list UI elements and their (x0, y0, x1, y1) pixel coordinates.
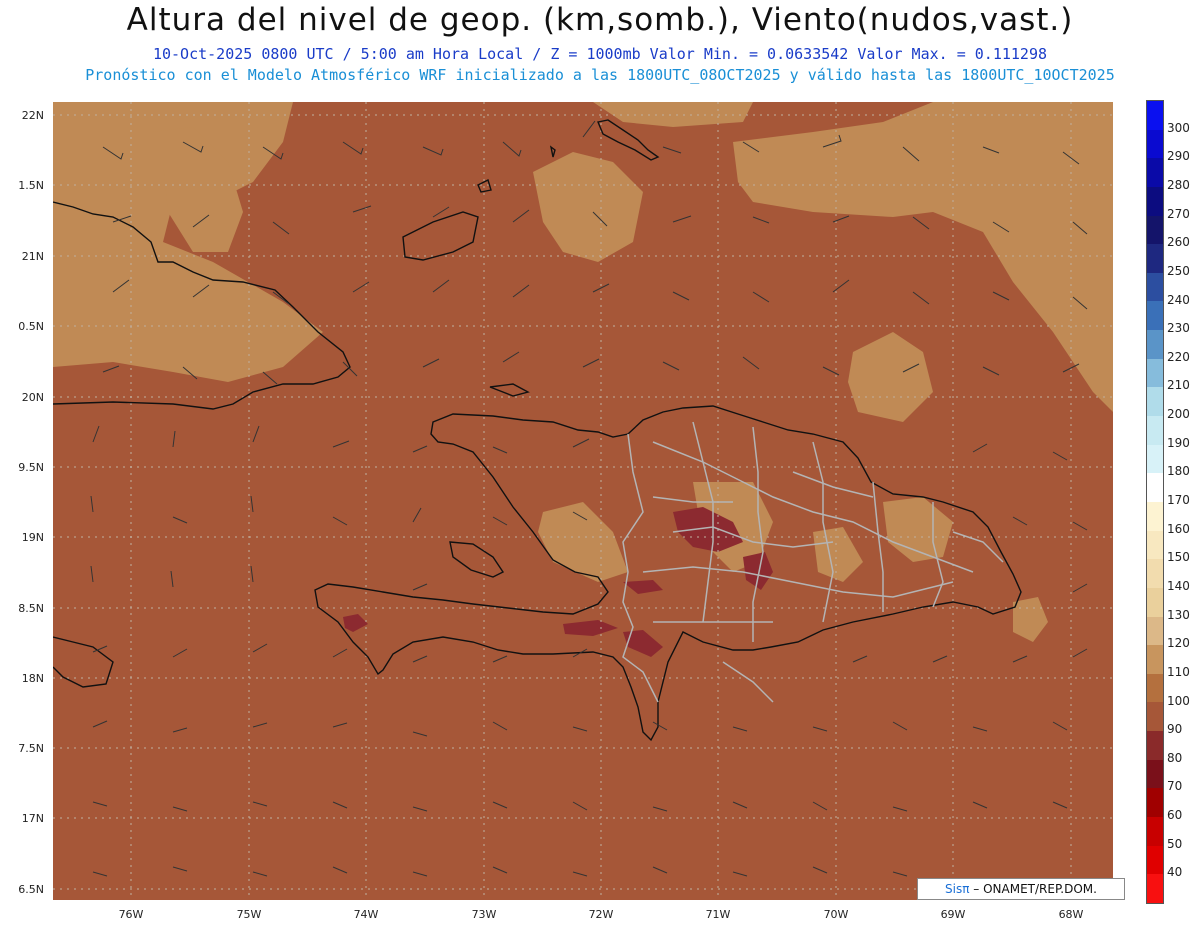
colorbar-swatch (1147, 301, 1163, 331)
province-borders (622, 421, 1004, 703)
colorbar-swatch (1147, 416, 1163, 445)
lat-label: 22N (21, 109, 44, 122)
lon-label: 76W (118, 908, 144, 921)
colorbar-label: 210 (1167, 378, 1190, 393)
colorbar-label: 170 (1167, 493, 1190, 507)
lat-label: 8.5N (18, 602, 44, 615)
colorbar-label: 160 (1167, 521, 1190, 536)
colorbar-swatch (1147, 616, 1163, 646)
colorbar-label: 200 (1167, 407, 1190, 422)
colorbar-swatch (1147, 387, 1163, 417)
colorbar-swatch (1147, 272, 1163, 302)
lat-label: 17N (21, 812, 44, 825)
colorbar-label: 130 (1167, 607, 1190, 622)
lon-label: 68W (1058, 908, 1084, 921)
colorbar-swatch (1147, 874, 1163, 903)
colorbar-label: 140 (1167, 578, 1190, 593)
colorbar-label: 150 (1167, 550, 1190, 565)
colorbar-swatch (1147, 330, 1163, 359)
credit-box: Sisπ – ONAMET/REP.DOM. (917, 878, 1125, 900)
colorbar-swatch (1147, 731, 1163, 760)
colorbar-label: 270 (1167, 206, 1190, 221)
colorbar-label: 80 (1167, 750, 1183, 765)
colorbar-label: 220 (1167, 349, 1190, 364)
lat-label: 19N (21, 531, 44, 544)
lat-label: 6.5N (18, 883, 44, 896)
colorbar-swatch (1147, 101, 1163, 130)
colorbar-label: 60 (1167, 808, 1183, 823)
lat-label: 18N (21, 672, 44, 685)
colorbar-swatch (1147, 473, 1163, 502)
colorbar-label: 40 (1167, 865, 1183, 880)
colorbar-swatch (1147, 358, 1163, 388)
colorbar-label: 120 (1167, 636, 1190, 651)
lat-label: 0.5N (18, 320, 44, 333)
lat-label: 1.5N (18, 179, 44, 192)
colorbar-swatch (1147, 444, 1163, 474)
credit-text: – ONAMET/REP.DOM. (973, 882, 1097, 896)
colorbar-label: 70 (1167, 779, 1183, 794)
lon-label: 71W (705, 908, 731, 921)
chart-title: Altura del nivel de geop. (km,somb.), Vi… (126, 2, 1074, 38)
colorbar-label: 190 (1167, 435, 1190, 450)
light-shade-regions (53, 102, 1113, 642)
colorbar-swatch (1147, 129, 1163, 159)
colorbar-label: 100 (1167, 693, 1190, 708)
colorbar-label: 250 (1167, 263, 1190, 278)
colorbar-swatch (1147, 215, 1163, 245)
lat-label: 9.5N (18, 461, 44, 474)
map-canvas (53, 102, 1113, 900)
map-panel (53, 102, 1113, 900)
lon-label: 70W (823, 908, 849, 921)
chart-subtitle-model: Pronóstico con el Modelo Atmosférico WRF… (85, 66, 1115, 84)
lon-label: 73W (471, 908, 497, 921)
colorbar-label: 290 (1167, 149, 1190, 164)
lat-label: 7.5N (18, 742, 44, 755)
colorbar-swatch (1147, 501, 1163, 531)
chart-subtitle-date: 10-Oct-2025 0800 UTC / 5:00 am Hora Loca… (152, 45, 1048, 63)
colorbar-swatch (1147, 788, 1163, 818)
colorbar-swatch (1147, 244, 1163, 273)
colorbar-swatch (1147, 530, 1163, 560)
colorbar-label: 180 (1167, 464, 1190, 479)
colorbar-swatch (1147, 645, 1163, 674)
colorbar-swatch (1147, 702, 1163, 732)
colorbar-label: 110 (1167, 664, 1190, 679)
colorbar-label: 260 (1167, 235, 1190, 250)
colorbar-swatch (1147, 186, 1163, 216)
lat-label: 20N (21, 391, 44, 404)
lon-label: 69W (940, 908, 966, 921)
colorbar-label: 280 (1167, 177, 1190, 192)
lon-label: 75W (236, 908, 262, 921)
colorbar-swatch (1147, 673, 1163, 703)
colorbar-label: 90 (1167, 722, 1183, 737)
colorbar-swatch (1147, 759, 1163, 789)
credit-sis: Sisπ (945, 882, 970, 896)
lon-label: 74W (353, 908, 379, 921)
lon-label: 72W (588, 908, 614, 921)
colorbar-label: 50 (1167, 836, 1183, 851)
colorbar-label: 230 (1167, 321, 1190, 336)
colorbar-swatch (1147, 587, 1163, 617)
colorbar-swatch (1147, 845, 1163, 875)
colorbar-swatch (1147, 817, 1163, 846)
colorbar-label: 300 (1167, 120, 1190, 135)
lat-label: 21N (21, 250, 44, 263)
colorbar-swatch (1147, 559, 1163, 588)
colorbar-label: 240 (1167, 292, 1190, 307)
colorbar (1146, 100, 1164, 904)
colorbar-swatch (1147, 158, 1163, 187)
